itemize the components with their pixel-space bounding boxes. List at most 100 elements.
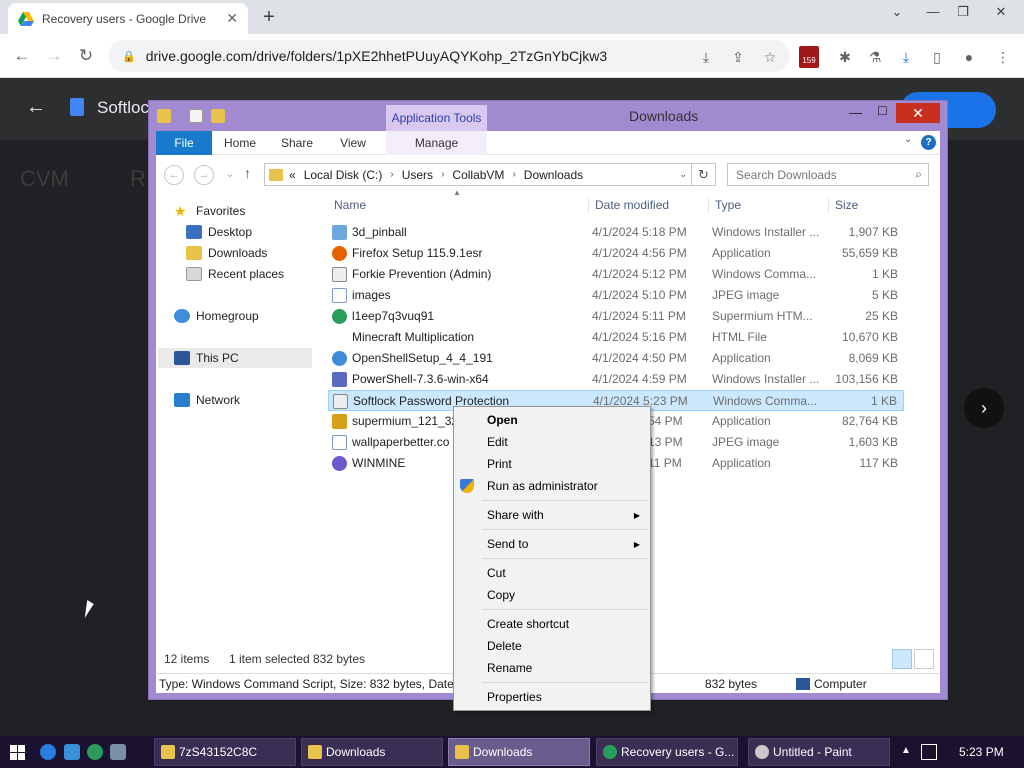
search-downloads-input[interactable]: Search Downloads ⌕ [727,163,929,186]
browser-tab[interactable]: Recovery users - Google Drive ✕ [8,3,248,34]
nav-favorites[interactable]: ★ Favorites [174,201,245,221]
tab-home[interactable]: Home [218,131,262,155]
tab-share[interactable]: Share [274,131,320,155]
menu-print[interactable]: Print [454,454,650,475]
details-view-icon[interactable] [892,649,912,669]
menu-kebab-icon[interactable]: ⋮ [992,46,1014,68]
help-icon[interactable]: ? [921,135,936,150]
close-window-icon[interactable]: ✕ [984,0,1018,26]
refresh-icon[interactable]: ↻ [692,163,716,186]
file-row[interactable]: Forkie Prevention (Admin) 4/1/2024 5:12 … [328,264,904,285]
new-tab-button[interactable]: + [258,6,280,28]
back-icon[interactable]: ← [10,44,34,68]
taskbar-recovery-users[interactable]: Recovery users - G... [596,738,738,766]
next-file-arrow-icon[interactable]: › [964,388,1004,428]
internet-explorer-icon[interactable] [40,744,56,760]
tab-view[interactable]: View [332,131,374,155]
file-row[interactable]: Minecraft Multiplication 4/1/2024 5:16 P… [328,327,904,348]
extensions-icon[interactable]: ✱ [834,46,856,68]
nav-recent-places[interactable]: Recent places [186,264,284,284]
reload-icon[interactable]: ↻ [74,44,98,68]
new-folder-icon[interactable] [211,109,225,123]
file-row[interactable]: images 4/1/2024 5:10 PM JPEG image 5 KB [328,285,904,306]
taskbar-7zip[interactable]: 7zS43152C8C [154,738,296,766]
bookmark-star-icon[interactable]: ☆ [760,47,780,67]
menu-delete[interactable]: Delete [454,636,650,657]
menu-run-as-admin[interactable]: Run as administrator [454,476,650,497]
menu-share-with[interactable]: Share with ▶ [454,505,650,526]
address-dropdown-icon[interactable]: ⌄ [679,169,687,180]
menu-edit[interactable]: Edit [454,432,650,453]
nav-this-pc[interactable]: This PC [158,348,312,368]
install-icon[interactable]: ⤓ [696,47,716,67]
address-sep-icon[interactable]: › [390,169,393,180]
supermium-icon[interactable] [87,744,103,760]
nav-desktop[interactable]: Desktop [186,222,252,242]
tab-search-icon[interactable]: ⌄ [880,0,914,26]
menu-open[interactable]: Open [454,410,650,431]
share-icon[interactable]: ⇪ [728,47,748,67]
restore-icon[interactable]: ❐ [946,0,980,26]
profile-avatar-icon[interactable]: ● [958,46,980,68]
extension-badge[interactable]: 159 [799,46,819,68]
properties-icon[interactable] [189,109,203,123]
side-panel-icon[interactable]: ▯ [926,46,948,68]
menu-rename[interactable]: Rename [454,658,650,679]
explorer-maximize-icon[interactable]: ☐ [877,104,897,118]
address-part-local-disk[interactable]: Local Disk (C:) [304,168,383,182]
explorer-forward-icon[interactable]: → [194,165,214,185]
column-divider[interactable] [588,197,589,213]
nav-downloads[interactable]: Downloads [186,243,267,263]
address-bar[interactable]: 🔒 drive.google.com/drive/folders/1pXE2hh… [108,40,790,72]
column-size[interactable]: Size [835,195,858,215]
menu-cut[interactable]: Cut [454,563,650,584]
column-name[interactable]: Name [334,195,366,215]
large-icons-view-icon[interactable] [914,649,934,669]
file-row[interactable]: OpenShellSetup_4_4_191 4/1/2024 4:50 PM … [328,348,904,369]
explorer-close-icon[interactable]: ✕ [896,103,940,123]
menu-send-to[interactable]: Send to ▶ [454,534,650,555]
menu-properties[interactable]: Properties [454,687,650,708]
column-type[interactable]: Type [715,195,741,215]
clock[interactable]: 5:23 PM [959,745,1004,759]
file-row[interactable]: l1eep7q3vuq91 4/1/2024 5:11 PM Supermium… [328,306,904,327]
file-row[interactable]: Firefox Setup 115.9.1esr 4/1/2024 4:56 P… [328,243,904,264]
taskbar-downloads-1[interactable]: Downloads [301,738,443,766]
taskbar-downloads-2[interactable]: Downloads [448,738,590,766]
address-sep-icon[interactable]: › [512,169,515,180]
minimize-icon[interactable]: — [916,0,950,26]
explorer-address-bar[interactable]: « Local Disk (C:) › Users › CollabVM › D… [264,163,692,186]
tab-manage[interactable]: Manage [386,131,487,155]
explorer-title-bar[interactable]: Application Tools Downloads — ☐ ✕ [149,101,947,131]
explorer-back-icon[interactable]: ← [164,165,184,185]
column-divider[interactable] [708,197,709,213]
file-row[interactable]: 3d_pinball 4/1/2024 5:18 PM Windows Inst… [328,222,904,243]
address-part-collabvm[interactable]: CollabVM [452,168,504,182]
address-part-downloads[interactable]: Downloads [524,168,583,182]
file-row[interactable]: PowerShell-7.3.6-win-x64 4/1/2024 4:59 P… [328,369,904,390]
up-arrow-icon[interactable]: ↑ [244,165,251,181]
recent-locations-chevron-icon[interactable]: ⌄ [220,165,240,185]
nav-network[interactable]: Network [174,390,240,410]
column-divider[interactable] [828,197,829,213]
start-windows-icon[interactable] [10,745,26,760]
download-icon[interactable]: ⤓ [895,46,917,68]
taskbar-paint[interactable]: Untitled - Paint [748,738,890,766]
nav-homegroup[interactable]: Homegroup [174,306,259,326]
menu-create-shortcut[interactable]: Create shortcut [454,614,650,635]
screen-icon[interactable] [110,744,126,760]
explorer-minimize-icon[interactable]: — [849,105,869,120]
network-tray-icon[interactable] [921,744,937,760]
tray-expand-icon[interactable]: ▲ [901,745,911,756]
tab-file[interactable]: File [156,131,212,155]
drive-back-arrow-icon[interactable]: ← [26,96,46,119]
lab-flask-icon[interactable]: ⚗ [864,46,886,68]
tab-close-icon[interactable]: ✕ [226,10,238,27]
address-part-users[interactable]: Users [402,168,433,182]
forward-icon[interactable]: → [42,44,66,68]
show-desktop-icon[interactable] [64,744,80,760]
column-date-modified[interactable]: Date modified [595,195,669,215]
ribbon-expand-chevron-icon[interactable]: ⌄ [904,134,912,145]
menu-copy[interactable]: Copy [454,585,650,606]
address-sep-icon[interactable]: › [441,169,444,180]
